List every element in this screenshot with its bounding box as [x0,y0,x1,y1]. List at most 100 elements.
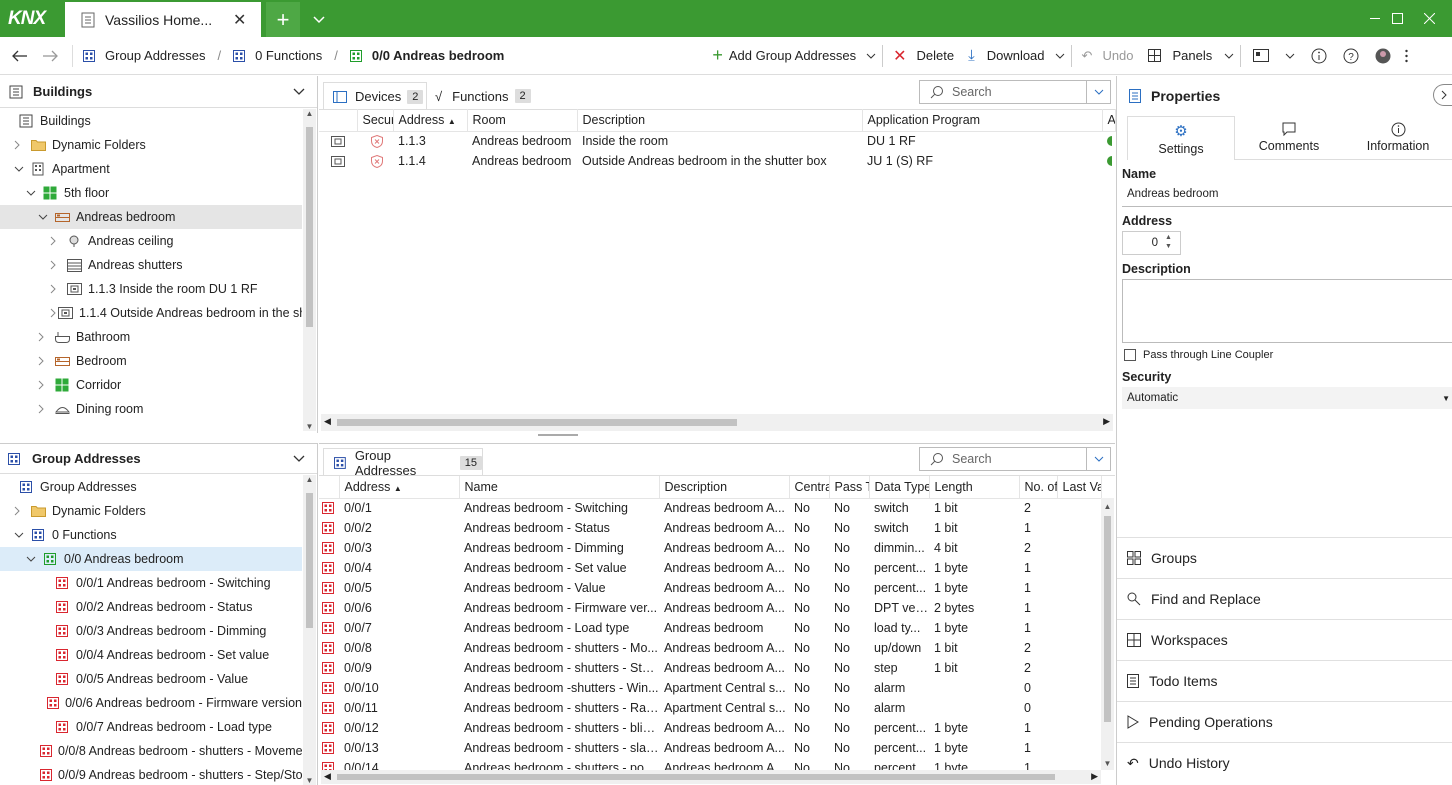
ga-row[interactable]: 0/0/4 Andreas bedroom - Set value Andreas … [319,558,1101,578]
col-description[interactable]: Description [577,109,863,132]
splitter-handle[interactable] [538,434,578,436]
user-avatar[interactable] [1375,37,1391,75]
crumb-group-addresses[interactable]: Group Addresses [83,37,205,75]
tree-item[interactable]: Dynamic Folders [0,133,302,157]
ga-table-vscrollbar[interactable]: ▲ ▼ [1101,498,1114,770]
col-room[interactable]: Room [467,109,578,132]
tree-item[interactable]: Dining room [0,397,302,421]
workspace-icon[interactable] [1253,37,1295,75]
devices-hscrollbar[interactable]: ◀ ▶ [321,414,1113,431]
name-field[interactable]: Andreas bedroom [1122,185,1452,207]
info-icon[interactable] [1311,37,1327,75]
accordion-pending-operations[interactable]: Pending Operations [1117,701,1452,742]
tree-item[interactable]: Andreas shutters [0,253,302,277]
tab-devices[interactable]: Devices 2 [323,82,427,110]
tree-item[interactable]: 0/0/8 Andreas bedroom - shutters - Movem… [0,739,302,763]
pass-through-checkbox[interactable]: Pass through Line Coupler [1124,349,1273,361]
col-security[interactable]: Secur [357,109,394,132]
download-dropdown-icon[interactable] [1055,37,1065,75]
stepper-arrows-icon[interactable]: ▲ ▼ [1165,233,1172,251]
search-dropdown-icon[interactable] [1086,448,1110,470]
ga-row[interactable]: 0/0/13 Andreas bedroom - shutters - slat.… [319,738,1101,758]
device-row[interactable]: 1.1.3 Andreas bedroom Inside the room DU 1 … [319,131,1115,151]
collapse-panel-icon[interactable] [1433,84,1452,106]
col-a[interactable]: A [1102,109,1116,132]
description-field[interactable] [1122,279,1452,343]
accordion-workspaces[interactable]: Workspaces [1117,619,1452,660]
tree-item[interactable]: 1.1.4 Outside Andreas bedroom in the shu… [0,301,302,325]
buildings-header[interactable]: Buildings [0,76,317,108]
checkbox-icon[interactable] [1124,349,1136,361]
forward-icon[interactable] [42,37,58,75]
col-address[interactable]: Address ▲ [393,109,468,132]
more-icon[interactable] [1405,37,1408,75]
expand-chevron-icon[interactable] [14,532,28,538]
col-application-program[interactable]: Application Program [862,109,1103,132]
tree-item[interactable]: Bedroom [0,349,302,373]
tree-item[interactable]: 0 Functions [0,523,302,547]
col-length[interactable]: Length [929,476,1020,499]
col-central[interactable]: Centra [789,476,830,499]
collapse-chevron-icon[interactable] [50,236,64,246]
col-address[interactable]: Address ▲ [339,476,460,499]
tree-item[interactable]: 1.1.3 Inside the room DU 1 RF [0,277,302,301]
download-button[interactable]: ⤓ Download [968,37,1044,75]
ga-row[interactable]: 0/0/2 Andreas bedroom - Status Andreas bed… [319,518,1101,538]
ga-row[interactable]: 0/0/12 Andreas bedroom - shutters - blin.… [319,718,1101,738]
expand-chevron-icon[interactable] [38,214,52,220]
tree-item[interactable]: 0/0/4 Andreas bedroom - Set value [0,643,302,667]
collapse-chevron-icon[interactable] [50,308,56,318]
tree-item[interactable]: 0/0/3 Andreas bedroom - Dimming [0,619,302,643]
tree-item[interactable]: 0/0/1 Andreas bedroom - Switching [0,571,302,595]
collapse-chevron-icon[interactable] [38,332,52,342]
ga-row[interactable]: 0/0/11 Andreas bedroom - shutters - Rai..… [319,698,1101,718]
project-tab[interactable]: Vassilios Home... ✕ [65,2,261,37]
tab-information[interactable]: Information [1343,116,1452,160]
ga-table-hscrollbar[interactable]: ◀ ▶ [321,770,1101,784]
col-number-of[interactable]: No. of [1019,476,1058,499]
tab-group-addresses[interactable]: Group Addresses 15 [323,448,483,478]
buildings-scrollbar[interactable]: ▲ ▼ [303,109,316,431]
tree-item[interactable]: 0/0/5 Andreas bedroom - Value [0,667,302,691]
collapse-chevron-icon[interactable] [50,284,64,294]
col-pass-through[interactable]: Pass T [829,476,870,499]
ga-row[interactable]: 0/0/5 Andreas bedroom - Value Andreas bedr… [319,578,1101,598]
collapse-chevron-icon[interactable] [14,506,28,516]
security-select[interactable]: Automatic ▼ [1122,387,1452,409]
ga-row[interactable]: 0/0/10 Andreas bedroom -shutters - Win...… [319,678,1101,698]
close-tab-icon[interactable]: ✕ [233,10,246,30]
col-icon[interactable] [319,109,358,132]
ga-row[interactable]: 0/0/3 Andreas bedroom - Dimming Andreas be… [319,538,1101,558]
address-stepper[interactable]: 0 [1122,231,1181,255]
close-window-icon[interactable] [1406,0,1452,37]
tree-item[interactable]: Corridor [0,373,302,397]
accordion-find-replace[interactable]: Find and Replace [1117,578,1452,619]
ga-row[interactable]: 0/0/6 Andreas bedroom - Firmware ver... An… [319,598,1101,618]
help-icon[interactable]: ? [1343,37,1359,75]
collapse-chevron-icon[interactable] [38,404,52,414]
add-dropdown-icon[interactable] [866,37,876,75]
ga-row[interactable]: 0/0/8 Andreas bedroom - shutters - Mo... A… [319,638,1101,658]
tree-item[interactable]: Buildings [0,109,302,133]
delete-button[interactable]: ✕ Delete [893,37,954,75]
tree-item[interactable]: Andreas bedroom [0,205,302,229]
panels-button[interactable]: Panels [1147,37,1235,75]
col-data-type[interactable]: Data Type [869,476,930,499]
crumb-functions[interactable]: 0 Functions [233,37,322,75]
tab-comments[interactable]: Comments [1235,116,1343,160]
ga-row[interactable]: 0/0/9 Andreas bedroom - shutters - Ste...… [319,658,1101,678]
back-icon[interactable] [12,37,28,75]
collapse-chevron-icon[interactable] [38,356,52,366]
undo-button[interactable]: ↶ Undo [1082,37,1134,75]
tree-item[interactable]: 5th floor [0,181,302,205]
ga-tree-header[interactable]: Group Addresses [0,444,317,474]
ga-search-input[interactable]: Search [919,447,1111,471]
collapse-chevron-icon[interactable] [14,140,28,150]
tree-item[interactable]: Dynamic Folders [0,499,302,523]
ga-tree-scrollbar[interactable]: ▲ ▼ [303,475,316,785]
collapse-chevron-icon[interactable] [50,260,64,270]
devices-search-input[interactable]: Search [919,80,1111,104]
accordion-groups[interactable]: Groups [1117,537,1452,578]
ga-row[interactable]: 0/0/1 Andreas bedroom - Switching Andreas … [319,498,1101,518]
expand-chevron-icon[interactable] [26,190,40,196]
